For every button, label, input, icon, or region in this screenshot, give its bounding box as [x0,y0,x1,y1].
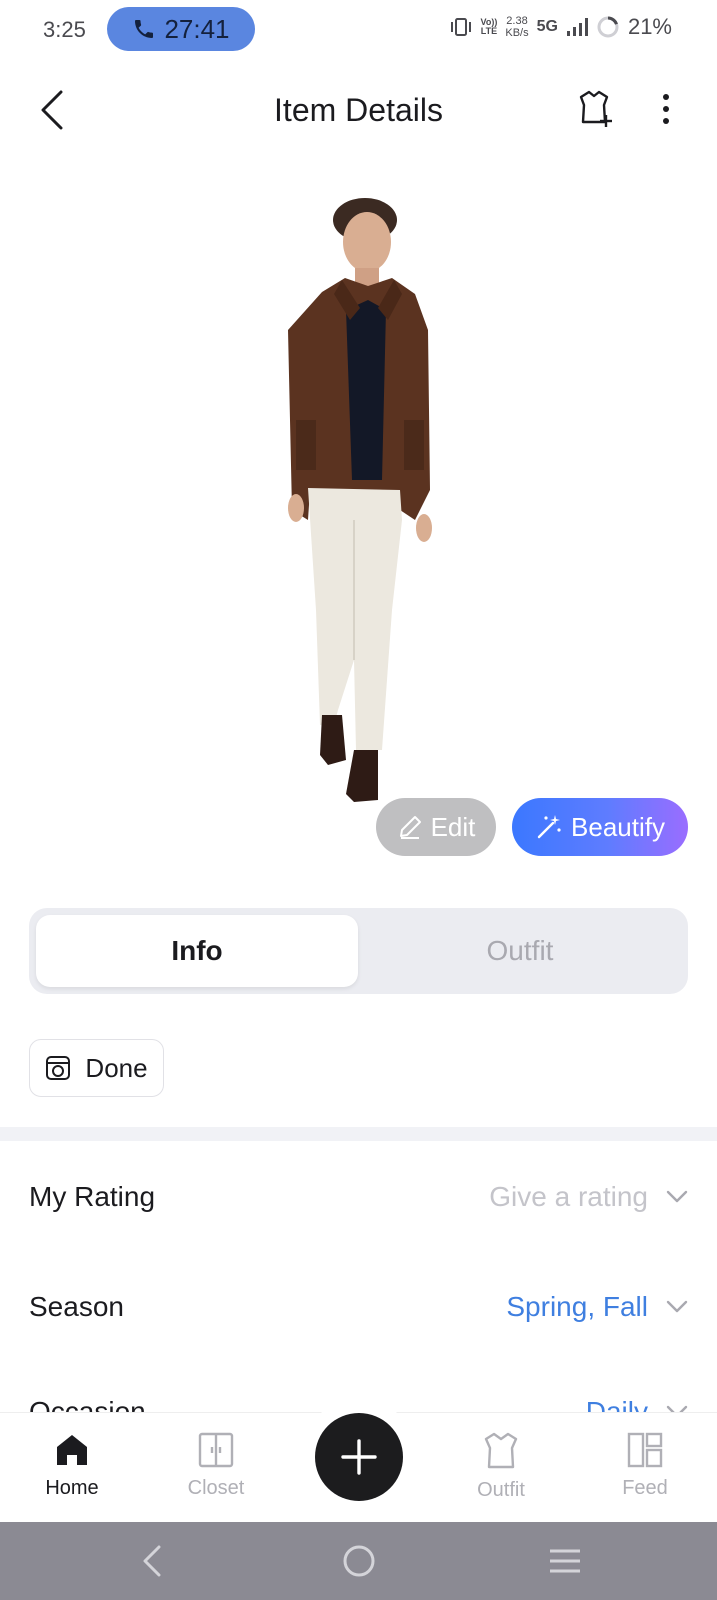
plus-icon [341,1439,377,1475]
network-rate: 2.38 KB/s [505,15,528,39]
home-icon [57,1435,87,1465]
add-item-button[interactable] [315,1413,403,1501]
info-outfit-tabs: Info Outfit [29,908,688,994]
system-menu-icon [550,1549,580,1573]
outfit-icon [484,1432,518,1469]
vibrate-icon [450,18,471,36]
system-back-icon [143,1545,161,1577]
status-indicators: Vo)) LTE 2.38 KB/s 5G 21% [449,14,672,40]
edit-button[interactable]: Edit [376,798,496,856]
more-vertical-icon [663,94,669,124]
signal-icon [566,18,588,36]
feed-icon [627,1432,663,1468]
nav-closet[interactable]: Closet [161,1431,271,1500]
call-timer: 27:41 [164,13,230,44]
nav-home[interactable]: Home [17,1431,127,1500]
nav-closet-label: Closet [187,1477,245,1499]
system-home-icon [343,1545,375,1577]
item-photo [288,198,432,802]
more-options-button[interactable] [648,84,684,134]
nav-feed-label: Feed [622,1477,668,1499]
add-to-outfit-button[interactable] [572,84,620,134]
rating-value-text: Give a rating [489,1181,648,1212]
season-value: Spring, Fall [506,1291,688,1323]
status-bar: 3:25 27:41 Vo)) LTE 2.38 KB/s 5G 21% [0,0,717,60]
nav-feed[interactable]: Feed [590,1431,700,1500]
season-value-text: Spring, Fall [506,1291,648,1322]
magic-wand-icon [537,815,561,839]
battery-percent: 21% [627,14,672,39]
battery-ring-icon [597,16,619,38]
network-rate-value: 2.38 [506,15,528,27]
system-menu-button[interactable] [543,1539,587,1583]
beautify-label: Beautify [571,811,665,842]
nav-home-label: Home [45,1477,99,1499]
washing-machine-icon [46,1056,71,1080]
rating-label: My Rating [29,1181,156,1212]
volte-bottom: LTE [480,26,498,36]
rating-value: Give a rating [489,1181,688,1213]
nav-outfit-label: Outfit [477,1479,525,1501]
tab-info[interactable]: Info [36,915,358,987]
network-rate-unit: KB/s [505,27,529,39]
volte-indicator: Vo)) LTE [481,18,498,36]
outfit-add-icon [579,90,612,127]
rating-row[interactable]: My Rating Give a rating [29,1167,688,1227]
system-home-button[interactable] [337,1539,381,1583]
edit-label: Edit [430,811,476,842]
network-type: 5G [536,18,558,35]
phone-icon [135,20,154,38]
chevron-down-icon [666,1190,688,1203]
season-row[interactable]: Season Spring, Fall [29,1277,688,1337]
nav-outfit[interactable]: Outfit [446,1431,556,1502]
status-time: 3:25 [43,17,86,42]
season-label: Season [29,1291,124,1322]
beautify-button[interactable]: Beautify [512,798,688,856]
ongoing-call-pill[interactable]: 27:41 [107,7,255,51]
app-header: Item Details [0,70,717,150]
laundry-status-chip[interactable]: Done [29,1039,164,1097]
closet-icon [198,1432,234,1468]
system-back-button[interactable] [130,1539,174,1583]
pencil-icon [399,816,421,839]
system-navigation-bar [0,1522,717,1600]
section-divider [0,1127,717,1141]
status-chip-label: Done [85,1052,148,1083]
chevron-down-icon [666,1300,688,1313]
tab-outfit[interactable]: Outfit [359,915,681,987]
